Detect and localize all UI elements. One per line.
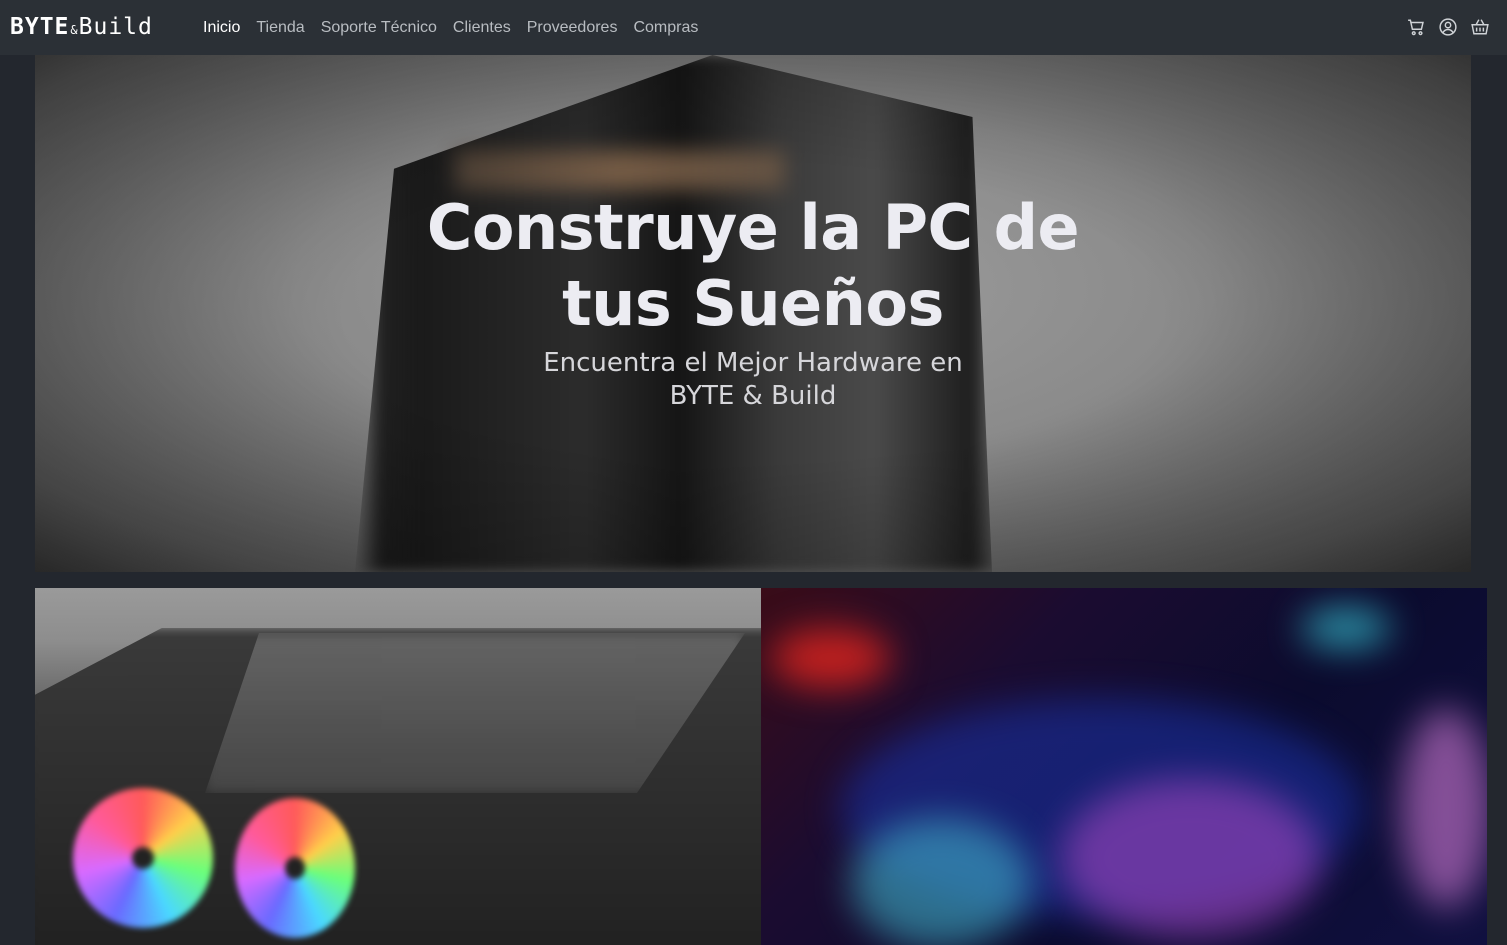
hero-title: Construye la PC de tus Sueños xyxy=(35,190,1471,342)
hero-subtitle-line1: Encuentra el Mejor Hardware en xyxy=(543,348,963,378)
cart-icon[interactable] xyxy=(1405,16,1427,38)
nav-link-soporte-tecnico[interactable]: Soporte Técnico xyxy=(321,19,437,37)
brand-ampersand: & xyxy=(70,23,78,37)
brand-logo[interactable]: BYTE & Build xyxy=(10,14,153,42)
hero-title-line1: Construye la PC de xyxy=(426,191,1080,264)
user-icon[interactable] xyxy=(1437,16,1459,38)
hero-title-line2: tus Sueños xyxy=(562,267,944,340)
right-pink-light xyxy=(1401,708,1487,908)
hero-subtitle-line2: BYTE & Build xyxy=(669,381,837,411)
rgb-fan-1 xyxy=(73,788,213,928)
nav-link-tienda[interactable]: Tienda xyxy=(256,19,304,37)
brand-part2: Build xyxy=(78,14,153,40)
nav-link-clientes[interactable]: Clientes xyxy=(453,19,511,37)
top-cyan-light xyxy=(1301,608,1391,648)
brand-part1: BYTE xyxy=(10,14,70,40)
cyan-fan xyxy=(851,818,1031,945)
nav-link-compras[interactable]: Compras xyxy=(633,19,698,37)
nav-link-inicio[interactable]: Inicio xyxy=(203,19,240,37)
hero-subtitle: Encuentra el Mejor Hardware en BYTE & Bu… xyxy=(35,347,1471,413)
nav-link-proveedores[interactable]: Proveedores xyxy=(527,19,618,37)
hero-banner: Construye la PC de tus Sueños Encuentra … xyxy=(35,55,1471,572)
rgb-fan-2 xyxy=(235,798,355,938)
nav-icons xyxy=(1395,16,1491,38)
navbar: BYTE & Build Inicio Tienda Soporte Técni… xyxy=(0,0,1507,55)
feature-image-left[interactable] xyxy=(35,588,761,945)
nav-links: Inicio Tienda Soporte Técnico Clientes P… xyxy=(203,0,714,55)
feature-image-right[interactable] xyxy=(761,588,1487,945)
pink-ring xyxy=(1061,778,1321,938)
basket-icon[interactable] xyxy=(1469,16,1491,38)
red-light xyxy=(771,628,891,688)
